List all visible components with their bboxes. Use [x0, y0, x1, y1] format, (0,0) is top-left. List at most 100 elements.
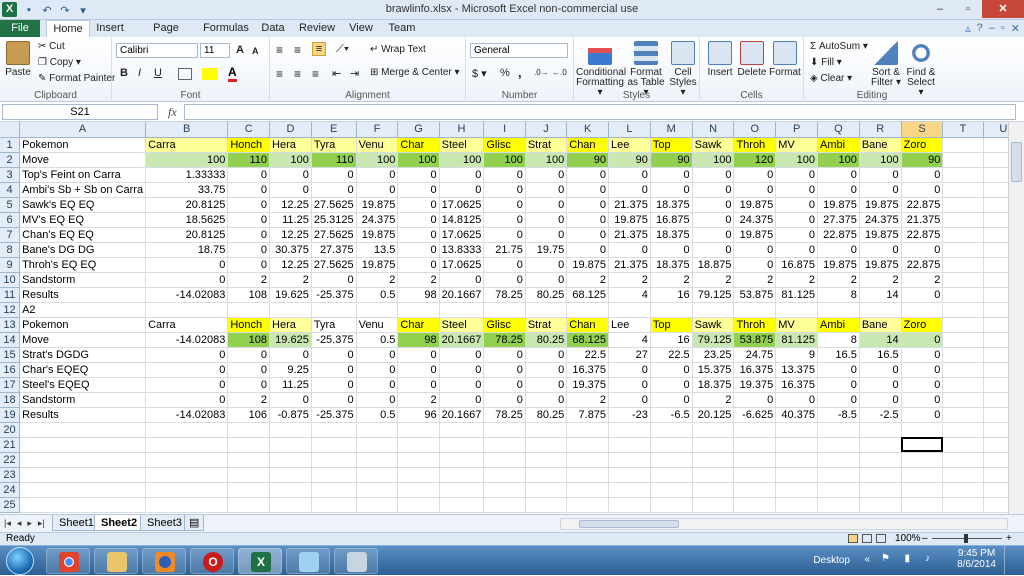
cell-h22[interactable]: [439, 452, 485, 468]
cell-g7[interactable]: 0: [397, 227, 440, 243]
cell-f17[interactable]: 0: [356, 377, 399, 393]
cell-d12[interactable]: [269, 302, 312, 318]
cell-i5[interactable]: 0: [483, 197, 526, 213]
cell-l10[interactable]: 2: [608, 272, 651, 288]
cell-a1[interactable]: Pokemon: [19, 137, 147, 153]
cell-j19[interactable]: 80.25: [525, 407, 568, 423]
copy-button[interactable]: ❐ Copy ▾: [38, 57, 81, 68]
clock[interactable]: 9:45 PM 8/6/2014: [957, 548, 996, 570]
grow-font-button[interactable]: A: [236, 44, 244, 56]
cell-q17[interactable]: 0: [817, 377, 860, 393]
cell-l22[interactable]: [608, 452, 651, 468]
cell-r9[interactable]: 19.875: [859, 257, 902, 273]
cell-g6[interactable]: 0: [397, 212, 440, 228]
cell-a8[interactable]: Bane's DG DG: [19, 242, 147, 258]
cell-n23[interactable]: [692, 467, 735, 483]
cell-b19[interactable]: -14.02083: [145, 407, 229, 423]
cell-h8[interactable]: 13.8333: [439, 242, 485, 258]
cell-t1[interactable]: [942, 137, 984, 153]
cell-j12[interactable]: [525, 302, 568, 318]
cell-q14[interactable]: 8: [817, 332, 860, 348]
cell-k7[interactable]: 0: [566, 227, 610, 243]
row-header[interactable]: 6: [0, 212, 21, 228]
cell-l17[interactable]: 0: [608, 377, 651, 393]
tab-page-layout[interactable]: Page Layout: [136, 20, 196, 51]
cell-b2[interactable]: 100: [145, 152, 229, 168]
next-sheet-icon[interactable]: ▸: [27, 518, 32, 529]
cell-l7[interactable]: 21.375: [608, 227, 651, 243]
cell-a13[interactable]: Pokemon: [19, 317, 147, 333]
cell-q5[interactable]: 19.875: [817, 197, 860, 213]
workbook-close-icon[interactable]: ✕: [1011, 22, 1020, 35]
cell-l6[interactable]: 19.875: [608, 212, 651, 228]
cell-m24[interactable]: [650, 482, 693, 498]
cell-c6[interactable]: 0: [227, 212, 271, 228]
percent-button[interactable]: %: [500, 67, 510, 79]
cell-e16[interactable]: 0: [311, 362, 357, 378]
cell-f7[interactable]: 19.875: [356, 227, 399, 243]
cell-b22[interactable]: [145, 452, 229, 468]
cell-t12[interactable]: [942, 302, 984, 318]
cell-b24[interactable]: [145, 482, 229, 498]
cell-o16[interactable]: 16.375: [733, 362, 777, 378]
cell-b5[interactable]: 20.8125: [145, 197, 229, 213]
cell-p17[interactable]: 16.375: [775, 377, 819, 393]
cell-m19[interactable]: -6.5: [650, 407, 693, 423]
cell-f25[interactable]: [356, 497, 399, 513]
bottom-align-icon[interactable]: ≡: [312, 42, 326, 56]
cell-e9[interactable]: 27.5625: [311, 257, 357, 273]
cell-a23[interactable]: [19, 467, 147, 483]
cell-n15[interactable]: 23.25: [692, 347, 735, 363]
cell-j17[interactable]: 0: [525, 377, 568, 393]
column-header-d[interactable]: D: [269, 122, 312, 138]
taskbar-opera[interactable]: O: [190, 548, 234, 574]
row-header[interactable]: 17: [0, 377, 21, 393]
cell-m15[interactable]: 22.5: [650, 347, 693, 363]
cell-j3[interactable]: 0: [525, 167, 568, 183]
column-header-g[interactable]: G: [397, 122, 440, 138]
cell-d8[interactable]: 30.375: [269, 242, 312, 258]
cell-n18[interactable]: 2: [692, 392, 735, 408]
clear-button[interactable]: ◈ Clear ▾: [810, 73, 852, 84]
cell-o2[interactable]: 120: [733, 152, 777, 168]
cell-s4[interactable]: 0: [901, 182, 944, 198]
cell-m14[interactable]: 16: [650, 332, 693, 348]
cell-i6[interactable]: 0: [483, 212, 526, 228]
cell-q24[interactable]: [817, 482, 860, 498]
page-layout-view-icon[interactable]: [862, 534, 872, 543]
cell-m9[interactable]: 18.375: [650, 257, 693, 273]
cell-g1[interactable]: Char: [397, 137, 440, 153]
cell-g14[interactable]: 98: [397, 332, 440, 348]
cell-p25[interactable]: [775, 497, 819, 513]
cell-n22[interactable]: [692, 452, 735, 468]
cell-a5[interactable]: Sawk's EQ EQ: [19, 197, 147, 213]
cell-b1[interactable]: Carra: [145, 137, 229, 153]
cell-d11[interactable]: 19.625: [269, 287, 312, 303]
cell-d22[interactable]: [269, 452, 312, 468]
cell-j25[interactable]: [525, 497, 568, 513]
cell-n7[interactable]: 0: [692, 227, 735, 243]
formula-input[interactable]: [184, 104, 1016, 120]
cell-p12[interactable]: [775, 302, 819, 318]
cell-s10[interactable]: 2: [901, 272, 944, 288]
cell-d3[interactable]: 0: [269, 167, 312, 183]
row-header[interactable]: 21: [0, 437, 21, 453]
start-button-icon[interactable]: [6, 547, 34, 575]
cell-r13[interactable]: Bane: [859, 317, 902, 333]
cell-o12[interactable]: [733, 302, 777, 318]
cell-i2[interactable]: 100: [483, 152, 526, 168]
cell-a25[interactable]: [19, 497, 147, 513]
cell-o22[interactable]: [733, 452, 777, 468]
cell-q9[interactable]: 19.875: [817, 257, 860, 273]
cell-l8[interactable]: 0: [608, 242, 651, 258]
cell-s21[interactable]: [901, 437, 944, 453]
cell-l4[interactable]: 0: [608, 182, 651, 198]
cell-s13[interactable]: Zoro: [901, 317, 944, 333]
cell-k8[interactable]: 0: [566, 242, 610, 258]
italic-button[interactable]: I: [138, 67, 141, 79]
cell-s17[interactable]: 0: [901, 377, 944, 393]
cell-n2[interactable]: 100: [692, 152, 735, 168]
row-header[interactable]: 13: [0, 317, 21, 333]
cell-d20[interactable]: [269, 422, 312, 438]
cell-r3[interactable]: 0: [859, 167, 902, 183]
